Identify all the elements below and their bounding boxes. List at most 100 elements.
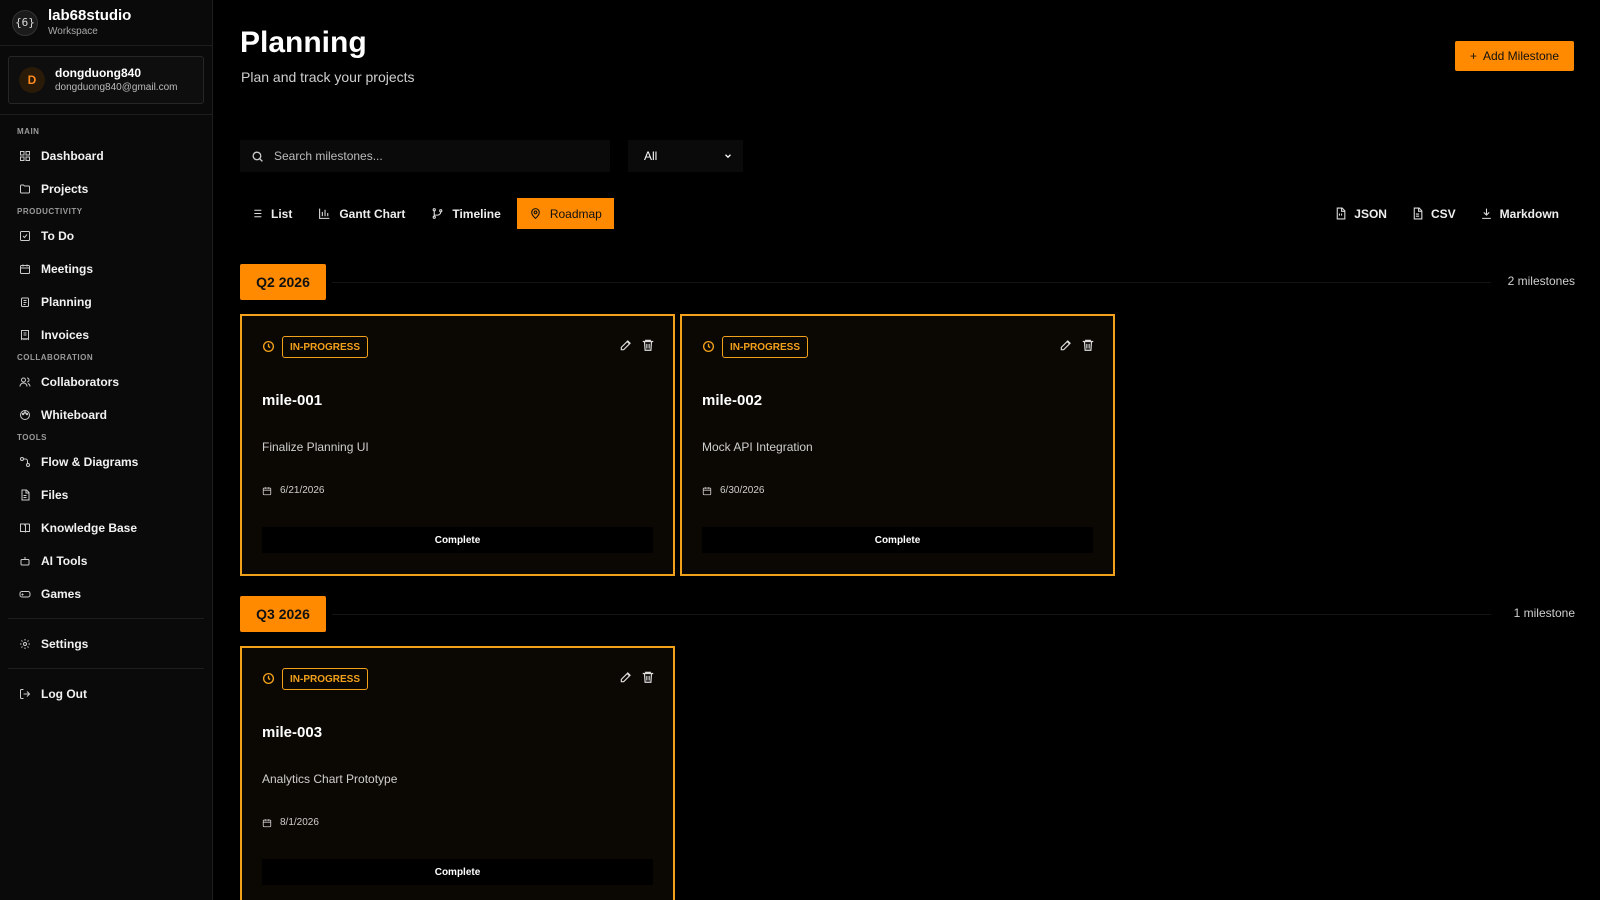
trash-icon bbox=[642, 671, 654, 683]
search-box bbox=[240, 140, 610, 172]
milestone-title: mile-003 bbox=[262, 724, 323, 741]
edit-button[interactable] bbox=[619, 670, 633, 684]
view-tab-label: Timeline bbox=[452, 206, 501, 221]
list-icon bbox=[251, 209, 262, 218]
milestone-date-text: 6/30/2026 bbox=[720, 485, 765, 496]
pencil-icon bbox=[620, 340, 631, 351]
flow-icon bbox=[20, 456, 30, 467]
view-tab-timeline[interactable]: Timeline bbox=[421, 198, 510, 229]
edit-button[interactable] bbox=[619, 338, 633, 352]
milestone-card[interactable]: IN-PROGRESS mile-003 Analytics Chart Proto… bbox=[240, 646, 675, 900]
chevron-down-icon bbox=[725, 154, 731, 159]
brand-subtitle: Workspace bbox=[48, 25, 98, 37]
checkbox-icon bbox=[20, 230, 30, 241]
sidebar-item-meetings[interactable]: Meetings bbox=[0, 252, 212, 285]
sidebar-item-invoices[interactable]: Invoices bbox=[0, 318, 212, 351]
status-badge: IN-PROGRESS bbox=[282, 336, 369, 358]
edit-button[interactable] bbox=[1059, 338, 1073, 352]
sidebar-item-label: AI Tools bbox=[41, 553, 88, 568]
view-tab-label: Roadmap bbox=[549, 206, 602, 221]
download-icon bbox=[1481, 208, 1491, 219]
sidebar-divider bbox=[8, 668, 204, 669]
export-markdown-button[interactable]: Markdown bbox=[1470, 198, 1569, 229]
add-milestone-button[interactable]: + Add Milestone bbox=[1455, 41, 1574, 71]
sidebar-nav: MAIN Dashboard Projects PRODUCTIVITY To Do Me… bbox=[0, 125, 212, 610]
sidebar-item-label: Invoices bbox=[41, 327, 90, 342]
section-label: TOOLS bbox=[17, 433, 47, 442]
sidebar-item-games[interactable]: Games bbox=[0, 577, 212, 610]
page-title: Planning bbox=[240, 26, 367, 59]
sidebar-item-collaborators[interactable]: Collaborators bbox=[0, 365, 212, 398]
clipboard-icon bbox=[21, 297, 29, 307]
page-subtitle: Plan and track your projects bbox=[241, 69, 415, 85]
delete-button[interactable] bbox=[641, 338, 655, 352]
search-input[interactable] bbox=[274, 149, 594, 163]
milestone-date: 6/21/2026 bbox=[262, 485, 325, 496]
milestone-description: Analytics Chart Prototype bbox=[262, 772, 398, 786]
add-milestone-label: Add Milestone bbox=[1482, 49, 1560, 63]
brand-name: lab68studio bbox=[48, 6, 132, 24]
quarter-badge: Q3 2026 bbox=[240, 596, 326, 632]
milestone-title: mile-002 bbox=[702, 392, 763, 409]
sidebar-divider bbox=[0, 114, 212, 115]
complete-button[interactable]: Complete bbox=[702, 527, 1093, 553]
milestone-date: 8/1/2026 bbox=[262, 817, 319, 828]
quarter-divider bbox=[332, 614, 1491, 615]
sidebar-item-label: Settings bbox=[41, 636, 89, 651]
user-name: dongduong840 bbox=[55, 66, 141, 80]
git-branch-icon bbox=[432, 208, 443, 219]
view-tab-roadmap[interactable]: Roadmap bbox=[516, 198, 614, 229]
view-tab-gantt-chart[interactable]: Gantt Chart bbox=[308, 198, 415, 229]
sidebar-item-settings[interactable]: Settings bbox=[0, 627, 212, 660]
sidebar-item-label: Collaborators bbox=[41, 374, 120, 389]
delete-button[interactable] bbox=[641, 670, 655, 684]
view-tab-label: Gantt Chart bbox=[339, 206, 406, 221]
clock-icon bbox=[262, 340, 275, 353]
brand-logo-icon: {6} bbox=[12, 9, 38, 36]
clock-icon bbox=[702, 340, 715, 353]
sidebar-item-label: Files bbox=[41, 487, 69, 502]
milestone-card[interactable]: IN-PROGRESS mile-002 Mock API Integration 6… bbox=[680, 314, 1115, 576]
sidebar-item-label: Games bbox=[41, 586, 82, 601]
sidebar-item-label: Planning bbox=[41, 294, 92, 309]
sidebar-item-ai-tools[interactable]: AI Tools bbox=[0, 544, 212, 577]
export-label: JSON bbox=[1354, 206, 1387, 221]
sidebar-item-label: To Do bbox=[41, 228, 75, 243]
user-card[interactable]: D dongduong840 dongduong840@gmail.com bbox=[8, 56, 204, 104]
filter-selected-value: All bbox=[644, 149, 658, 163]
milestone-card[interactable]: IN-PROGRESS mile-001 Finalize Planning UI 6… bbox=[240, 314, 675, 576]
complete-button[interactable]: Complete bbox=[262, 859, 653, 885]
complete-button[interactable]: Complete bbox=[262, 527, 653, 553]
export-csv-button[interactable]: CSV bbox=[1401, 198, 1466, 229]
status-badge: IN-PROGRESS bbox=[282, 668, 369, 690]
bot-icon bbox=[20, 556, 30, 565]
pencil-icon bbox=[1060, 340, 1071, 351]
sidebar-item-dashboard[interactable]: Dashboard bbox=[0, 139, 212, 172]
sidebar-item-label: Flow & Diagrams bbox=[41, 454, 139, 469]
sidebar-item-whiteboard[interactable]: Whiteboard bbox=[0, 398, 212, 431]
sidebar-divider bbox=[8, 618, 204, 619]
export-json-button[interactable]: JSON bbox=[1324, 198, 1397, 229]
status-filter-select[interactable]: All bbox=[628, 140, 743, 172]
sidebar-item-label: Whiteboard bbox=[41, 407, 107, 422]
milestone-count: 2 milestones bbox=[1507, 274, 1575, 288]
export-buttons: JSON CSV Markdown bbox=[1324, 198, 1569, 229]
sidebar-item-to-do[interactable]: To Do bbox=[0, 219, 212, 252]
section-label: MAIN bbox=[17, 127, 40, 136]
sidebar-item-projects[interactable]: Projects bbox=[0, 172, 212, 205]
sidebar-item-knowledge-base[interactable]: Knowledge Base bbox=[0, 511, 212, 544]
sidebar-item-files[interactable]: Files bbox=[0, 478, 212, 511]
file-icon bbox=[21, 489, 30, 500]
delete-button[interactable] bbox=[1081, 338, 1095, 352]
sidebar-item-planning[interactable]: Planning bbox=[0, 285, 212, 318]
clock-icon bbox=[262, 672, 275, 685]
sidebar-item-flow-diagrams[interactable]: Flow & Diagrams bbox=[0, 445, 212, 478]
brand-header[interactable]: {6} lab68studio Workspace bbox=[0, 0, 212, 46]
sidebar-item-logout[interactable]: Log Out bbox=[0, 677, 212, 710]
map-pin-icon bbox=[530, 208, 540, 220]
file-json-icon bbox=[1336, 207, 1346, 220]
view-tab-list[interactable]: List bbox=[240, 198, 302, 229]
trash-icon bbox=[1082, 339, 1094, 351]
user-email: dongduong840@gmail.com bbox=[55, 82, 178, 93]
export-label: CSV bbox=[1430, 206, 1456, 221]
